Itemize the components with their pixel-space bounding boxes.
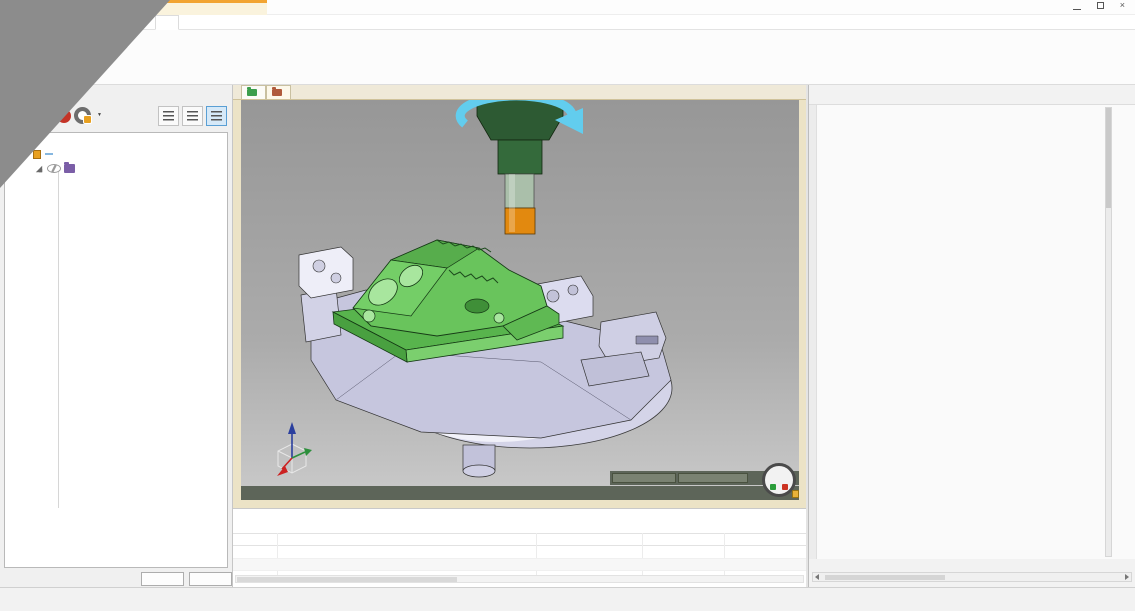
tool-highlight xyxy=(509,174,515,232)
folder-icon xyxy=(247,89,257,96)
lock-icon xyxy=(792,490,799,498)
ribbon-tabs-row xyxy=(0,15,1135,30)
context-tab-header xyxy=(157,0,267,15)
apply-button[interactable] xyxy=(141,572,184,586)
part-hole xyxy=(494,313,504,323)
horizontal-scrollbar[interactable] xyxy=(235,575,804,583)
window-controls: × xyxy=(1073,1,1125,10)
part-hole xyxy=(363,310,375,322)
fixture-slot xyxy=(636,336,658,344)
simulation-viewport[interactable] xyxy=(241,100,799,500)
program-margin-strip xyxy=(809,105,817,559)
document-tab-project[interactable] xyxy=(241,85,266,99)
group-folder-icon xyxy=(64,164,75,173)
view-mode-1-button[interactable] xyxy=(158,106,179,126)
list-icon xyxy=(211,111,222,122)
machining-scene xyxy=(241,100,799,500)
document-tabs xyxy=(233,85,806,100)
nc-status-bar xyxy=(241,486,799,500)
program-panel-content xyxy=(809,104,1135,559)
tree-operation-group[interactable] xyxy=(5,162,227,176)
clamp-screw xyxy=(313,260,325,272)
tab-program[interactable] xyxy=(155,15,179,30)
minimize-icon[interactable] xyxy=(1073,2,1081,10)
program-tree xyxy=(819,108,1103,559)
process-edit-panel: ▼ xyxy=(0,85,233,587)
tool-holder xyxy=(498,140,542,174)
scrollbar-thumb[interactable] xyxy=(237,577,457,582)
spindle-cap xyxy=(477,100,563,140)
scrollbar-thumb[interactable] xyxy=(825,575,945,580)
empty-error-row xyxy=(233,547,806,559)
cancel-button[interactable] xyxy=(189,572,232,586)
tree-view-mode-buttons xyxy=(158,106,227,126)
vertical-scrollbar[interactable] xyxy=(1105,107,1112,557)
document-tab-process-edit[interactable] xyxy=(266,85,291,99)
process-errors-header xyxy=(233,533,806,546)
restore-icon[interactable] xyxy=(1097,2,1104,9)
clamp-screw xyxy=(331,273,341,283)
tab-measurements[interactable] xyxy=(179,15,201,30)
scrollbar-thumb[interactable] xyxy=(1106,108,1111,208)
horizontal-scrollbar[interactable] xyxy=(812,572,1132,582)
visibility-icon[interactable] xyxy=(47,164,61,173)
list-icon xyxy=(187,111,198,122)
chevron-down-icon[interactable]: ▼ xyxy=(97,112,102,118)
empty-error-row xyxy=(233,559,806,571)
clamp-screw xyxy=(568,285,578,295)
expander-icon[interactable] xyxy=(36,166,42,172)
process-errors-panel xyxy=(233,508,806,587)
close-icon[interactable]: × xyxy=(1120,1,1125,10)
cumulated-time-value xyxy=(678,473,748,483)
selected-program-label xyxy=(45,153,53,155)
part-pocket xyxy=(465,299,489,313)
program-icon xyxy=(33,150,41,159)
scroll-right-icon[interactable] xyxy=(1125,574,1129,580)
ribbon xyxy=(0,30,1135,85)
tab-display[interactable] xyxy=(201,15,223,30)
clamp-left xyxy=(299,247,353,298)
status-bar xyxy=(0,587,1135,611)
view-mode-2-button[interactable] xyxy=(182,106,203,126)
replay-options-icon[interactable] xyxy=(74,107,91,124)
list-icon xyxy=(163,111,174,122)
folder-icon xyxy=(272,89,282,96)
scroll-left-icon[interactable] xyxy=(815,574,819,580)
operations-tree xyxy=(4,132,228,568)
program-panel xyxy=(808,85,1135,587)
clamp-screw xyxy=(547,290,559,302)
application-window: × ▼ xyxy=(0,0,1135,611)
cumulated-time-label xyxy=(612,473,676,483)
tree-selected-program[interactable] xyxy=(5,147,227,161)
view-mode-3-button[interactable] xyxy=(206,106,227,126)
table-stub-base xyxy=(463,465,495,477)
simulation-clock-icon[interactable] xyxy=(762,463,796,497)
